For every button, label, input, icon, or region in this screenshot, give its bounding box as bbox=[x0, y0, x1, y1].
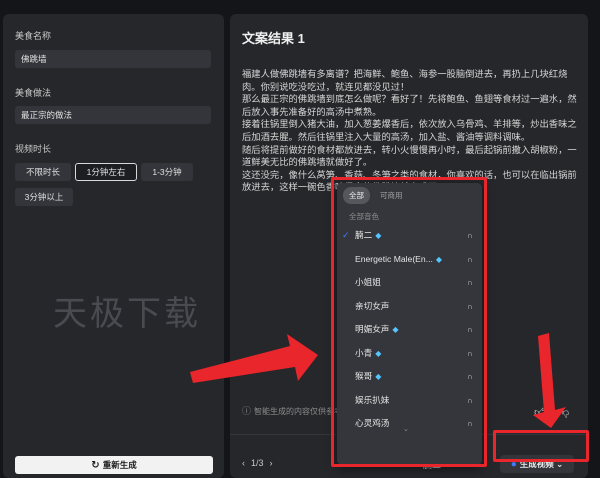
arrow-to-generate bbox=[533, 333, 566, 428]
annotation-arrows bbox=[190, 333, 566, 428]
arrow-to-voice-list bbox=[190, 334, 318, 383]
